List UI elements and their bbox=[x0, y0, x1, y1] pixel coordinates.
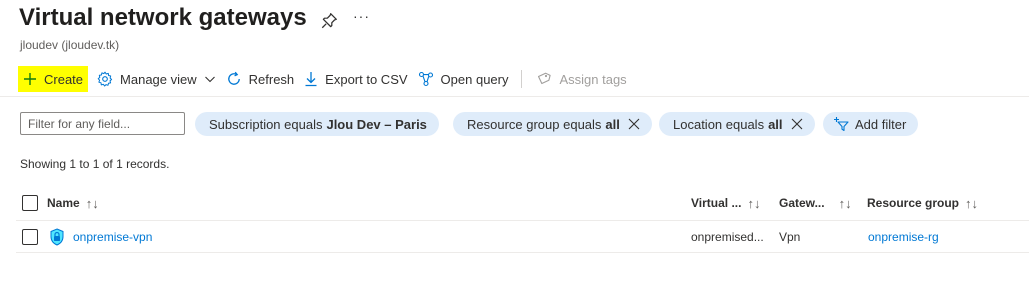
table-header-divider bbox=[16, 220, 1029, 221]
add-filter-icon bbox=[834, 117, 849, 132]
open-query-button[interactable]: Open query bbox=[413, 66, 514, 92]
assign-tags-button[interactable]: Assign tags bbox=[531, 66, 631, 92]
chevron-down-icon bbox=[204, 76, 215, 83]
close-icon[interactable] bbox=[628, 118, 640, 130]
tag-icon bbox=[538, 72, 552, 85]
query-graph-icon bbox=[418, 71, 433, 87]
page-title: Virtual network gateways bbox=[19, 4, 307, 31]
filter-pill-prefix: Resource group equals bbox=[467, 116, 602, 132]
refresh-button[interactable]: Refresh bbox=[221, 66, 300, 92]
sort-icon: ↑↓ bbox=[85, 195, 99, 211]
vpn-gateway-icon bbox=[50, 228, 64, 246]
column-header-label: Virtual ... bbox=[691, 196, 742, 210]
filter-pill-resource-group[interactable]: Resource group equals all bbox=[453, 112, 652, 136]
manage-view-button[interactable]: Manage view bbox=[92, 66, 221, 92]
resource-group-link[interactable]: onpremise-rg bbox=[868, 230, 939, 244]
toolbar-divider bbox=[521, 70, 523, 88]
pin-icon[interactable] bbox=[320, 12, 338, 30]
column-header-label: Gatew... bbox=[779, 196, 825, 210]
add-filter-button[interactable]: Add filter bbox=[823, 112, 919, 136]
command-bar: Create Manage view Refresh Export to CSV bbox=[18, 66, 632, 92]
create-button[interactable]: Create bbox=[18, 66, 89, 92]
filter-pill-subscription[interactable]: Subscription equals Jlou Dev – Paris bbox=[195, 112, 439, 136]
create-label: Create bbox=[44, 71, 84, 87]
export-csv-label: Export to CSV bbox=[325, 71, 408, 87]
column-header-virtual-network[interactable]: Virtual ... ↑↓ bbox=[691, 193, 760, 213]
column-header-gateway-type[interactable]: Gatew... ↑↓ bbox=[779, 193, 852, 213]
column-header-name[interactable]: Name ↑↓ bbox=[47, 193, 99, 213]
open-query-label: Open query bbox=[440, 71, 509, 87]
row-checkbox[interactable] bbox=[22, 229, 38, 245]
sort-icon: ↑↓ bbox=[747, 195, 761, 211]
records-count: Showing 1 to 1 of 1 records. bbox=[20, 157, 170, 171]
refresh-label: Refresh bbox=[248, 71, 295, 87]
filter-search-input[interactable] bbox=[20, 112, 185, 135]
gear-icon bbox=[97, 71, 113, 87]
sort-icon: ↑↓ bbox=[838, 195, 852, 211]
plus-icon bbox=[24, 73, 36, 85]
select-all-checkbox[interactable] bbox=[22, 195, 38, 211]
download-icon bbox=[305, 72, 317, 87]
filter-pill-value: Jlou Dev – Paris bbox=[326, 116, 427, 132]
assign-tags-label: Assign tags bbox=[559, 71, 627, 87]
column-header-label: Name bbox=[47, 196, 80, 210]
filter-pill-prefix: Subscription equals bbox=[209, 116, 323, 132]
gateway-name-link[interactable]: onpremise-vpn bbox=[73, 230, 152, 244]
close-icon[interactable] bbox=[791, 118, 803, 130]
more-options-icon[interactable]: ··· bbox=[353, 8, 370, 24]
column-header-label: Resource group bbox=[867, 196, 960, 210]
filter-pill-value: all bbox=[605, 116, 620, 132]
table-row-divider bbox=[16, 252, 1029, 253]
add-filter-label: Add filter bbox=[855, 116, 907, 132]
toolbar-divider-line bbox=[0, 96, 1029, 97]
filter-pill-prefix: Location equals bbox=[673, 116, 765, 132]
gateway-type-cell: Vpn bbox=[779, 230, 801, 244]
column-header-resource-group[interactable]: Resource group ↑↓ bbox=[867, 193, 978, 213]
export-csv-button[interactable]: Export to CSV bbox=[299, 66, 412, 92]
filter-pill-value: all bbox=[768, 116, 783, 132]
virtual-network-cell: onpremised... bbox=[691, 230, 764, 244]
directory-subtitle: jloudev (jloudev.tk) bbox=[20, 38, 120, 52]
manage-view-label: Manage view bbox=[120, 71, 197, 87]
filter-pill-location[interactable]: Location equals all bbox=[659, 112, 815, 136]
refresh-icon bbox=[227, 71, 240, 85]
sort-icon: ↑↓ bbox=[965, 195, 979, 211]
